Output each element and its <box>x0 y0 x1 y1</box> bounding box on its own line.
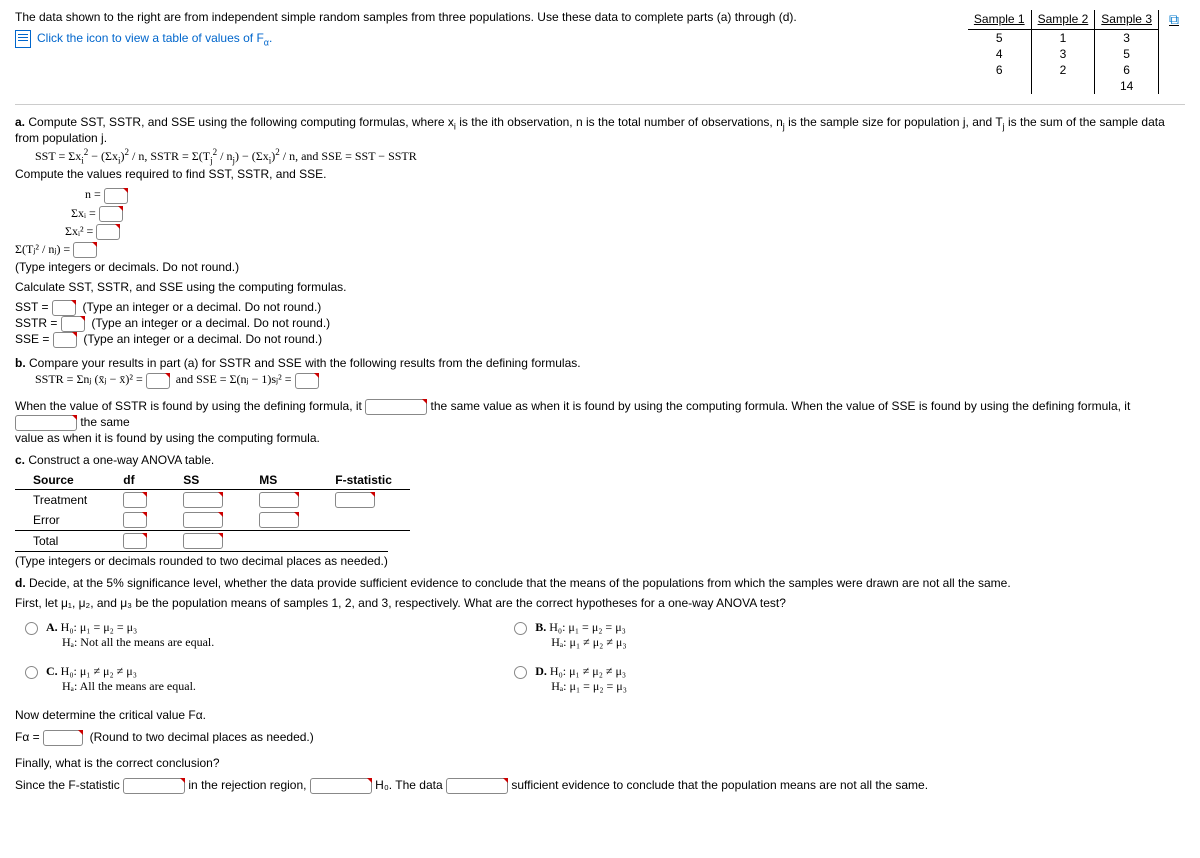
fa-row: Fα = (Round to two decimal places as nee… <box>15 730 1185 746</box>
helper-a1: (Type integers or decimals. Do not round… <box>15 260 1185 274</box>
sumt2-row: Σ(Tⱼ² / nⱼ) = <box>15 242 1185 258</box>
helper-c: (Type integers or decimals rounded to tw… <box>15 551 388 568</box>
b-sentence: When the value of SSTR is found by using… <box>15 399 1185 431</box>
cell: 3 <box>1095 29 1159 46</box>
sumx-row: Σxᵢ = <box>71 206 1185 222</box>
dropdown-f-region[interactable] <box>123 778 185 794</box>
part-b-intro: b. b. Compare your results in part (a) f… <box>15 356 1185 370</box>
input-sumx[interactable] <box>99 206 123 222</box>
anova-row-treatment: Treatment <box>15 489 410 510</box>
cell <box>968 78 1031 94</box>
input-df-err[interactable] <box>123 512 147 528</box>
cell: 14 <box>1095 78 1159 94</box>
dropdown-sse-compare[interactable] <box>15 415 77 431</box>
formula-b: SSTR = Σnⱼ (x̄ⱼ − x̄)² = and SSE = Σ(nⱼ … <box>35 372 1185 388</box>
input-sse[interactable] <box>53 332 77 348</box>
calc-label: Calculate SST, SSTR, and SSE using the c… <box>15 280 1185 294</box>
cell: 2 <box>1031 62 1095 78</box>
radio-icon[interactable] <box>25 622 38 635</box>
radio-icon[interactable] <box>514 622 527 635</box>
input-sse-def[interactable] <box>295 373 319 389</box>
sst-row: SST = (Type an integer or a decimal. Do … <box>15 300 1185 316</box>
input-ss-tot[interactable] <box>183 533 223 549</box>
file-icon[interactable] <box>15 30 31 48</box>
n-row: n = <box>85 187 1185 203</box>
anova-header: MS <box>241 471 317 490</box>
sample-data-table: Sample 1 Sample 2 Sample 3 ⧉ 513 435 626… <box>968 10 1185 94</box>
popout-icon[interactable]: ⧉ <box>1169 11 1179 27</box>
anova-table: Source df SS MS F-statistic Treatment Er… <box>15 471 410 551</box>
anova-header: SS <box>165 471 241 490</box>
input-n[interactable] <box>104 188 128 204</box>
formula-sst: SST = Σxi2 − (Σxi)2 / n, SSTR = Σ(Tj2 / … <box>35 147 1185 165</box>
input-ms-err[interactable] <box>259 512 299 528</box>
cell: 5 <box>1095 46 1159 62</box>
dropdown-evidence[interactable] <box>446 778 508 794</box>
input-sstr[interactable] <box>61 316 85 332</box>
cell: 4 <box>968 46 1031 62</box>
cell: 1 <box>1031 29 1095 46</box>
anova-row-error: Error <box>15 510 410 531</box>
cell: 5 <box>968 29 1031 46</box>
anova-header: Source <box>15 471 105 490</box>
option-a[interactable]: A. H₀: μ₁ = μ₂ = μ₃Hₐ: Not all the means… <box>25 620 214 650</box>
d-first: First, let μ₁, μ₂, and μ₃ be the populat… <box>15 596 1185 610</box>
input-df-tot[interactable] <box>123 533 147 549</box>
dropdown-sstr-compare[interactable] <box>365 399 427 415</box>
sse-row: SSE = (Type an integer or a decimal. Do … <box>15 332 1185 348</box>
input-sumx2[interactable] <box>96 224 120 240</box>
cell: 3 <box>1031 46 1095 62</box>
part-c-intro: c. c. Construct a one-way ANOVA table.Co… <box>15 453 1185 467</box>
b-sentence-2: value as when it is found by using the c… <box>15 431 1185 445</box>
input-ss-err[interactable] <box>183 512 223 528</box>
cell <box>1031 78 1095 94</box>
intro-text: The data shown to the right are from ind… <box>15 10 948 24</box>
input-fa[interactable] <box>43 730 83 746</box>
final-q: Finally, what is the correct conclusion? <box>15 756 1185 770</box>
input-ms-tr[interactable] <box>259 492 299 508</box>
col-header: Sample 1 <box>968 10 1031 29</box>
input-ss-tr[interactable] <box>183 492 223 508</box>
compute-label: Compute the values required to find SST,… <box>15 167 1185 181</box>
dropdown-reject[interactable] <box>310 778 372 794</box>
col-header: Sample 2 <box>1031 10 1095 29</box>
radio-icon[interactable] <box>514 666 527 679</box>
anova-header: df <box>105 471 165 490</box>
input-sstr-def[interactable] <box>146 373 170 389</box>
option-d[interactable]: D. H₀: μ₁ ≠ μ₂ ≠ μ₃Hₐ: μ₁ = μ₂ = μ₃ <box>514 664 627 694</box>
radio-icon[interactable] <box>25 666 38 679</box>
part-a-intro: a. a. Compute SST, SSTR, and SSE using t… <box>15 115 1185 145</box>
input-sumt2[interactable] <box>73 242 97 258</box>
part-d-intro: d. d. Decide, at the 5% significance lev… <box>15 576 1185 590</box>
input-sst[interactable] <box>52 300 76 316</box>
sumx2-row: Σxᵢ² = <box>65 224 1185 240</box>
option-b[interactable]: B. H₀: μ₁ = μ₂ = μ₃Hₐ: μ₁ ≠ μ₂ ≠ μ₃ <box>514 620 627 650</box>
input-df-tr[interactable] <box>123 492 147 508</box>
anova-header: F-statistic <box>317 471 410 490</box>
option-c[interactable]: C. H₀: μ₁ ≠ μ₂ ≠ μ₃Hₐ: All the means are… <box>25 664 214 694</box>
cell: 6 <box>1095 62 1159 78</box>
col-header: Sample 3 <box>1095 10 1159 29</box>
conclusion: Since the F-statistic in the rejection r… <box>15 778 1185 794</box>
sstr-row: SSTR = (Type an integer or a decimal. Do… <box>15 316 1185 332</box>
cell: 6 <box>968 62 1031 78</box>
crit-label: Now determine the critical value Fα. <box>15 708 1185 722</box>
link-text[interactable]: Click the icon to view a table of values… <box>37 31 272 47</box>
anova-row-total: Total <box>15 530 410 551</box>
input-f[interactable] <box>335 492 375 508</box>
